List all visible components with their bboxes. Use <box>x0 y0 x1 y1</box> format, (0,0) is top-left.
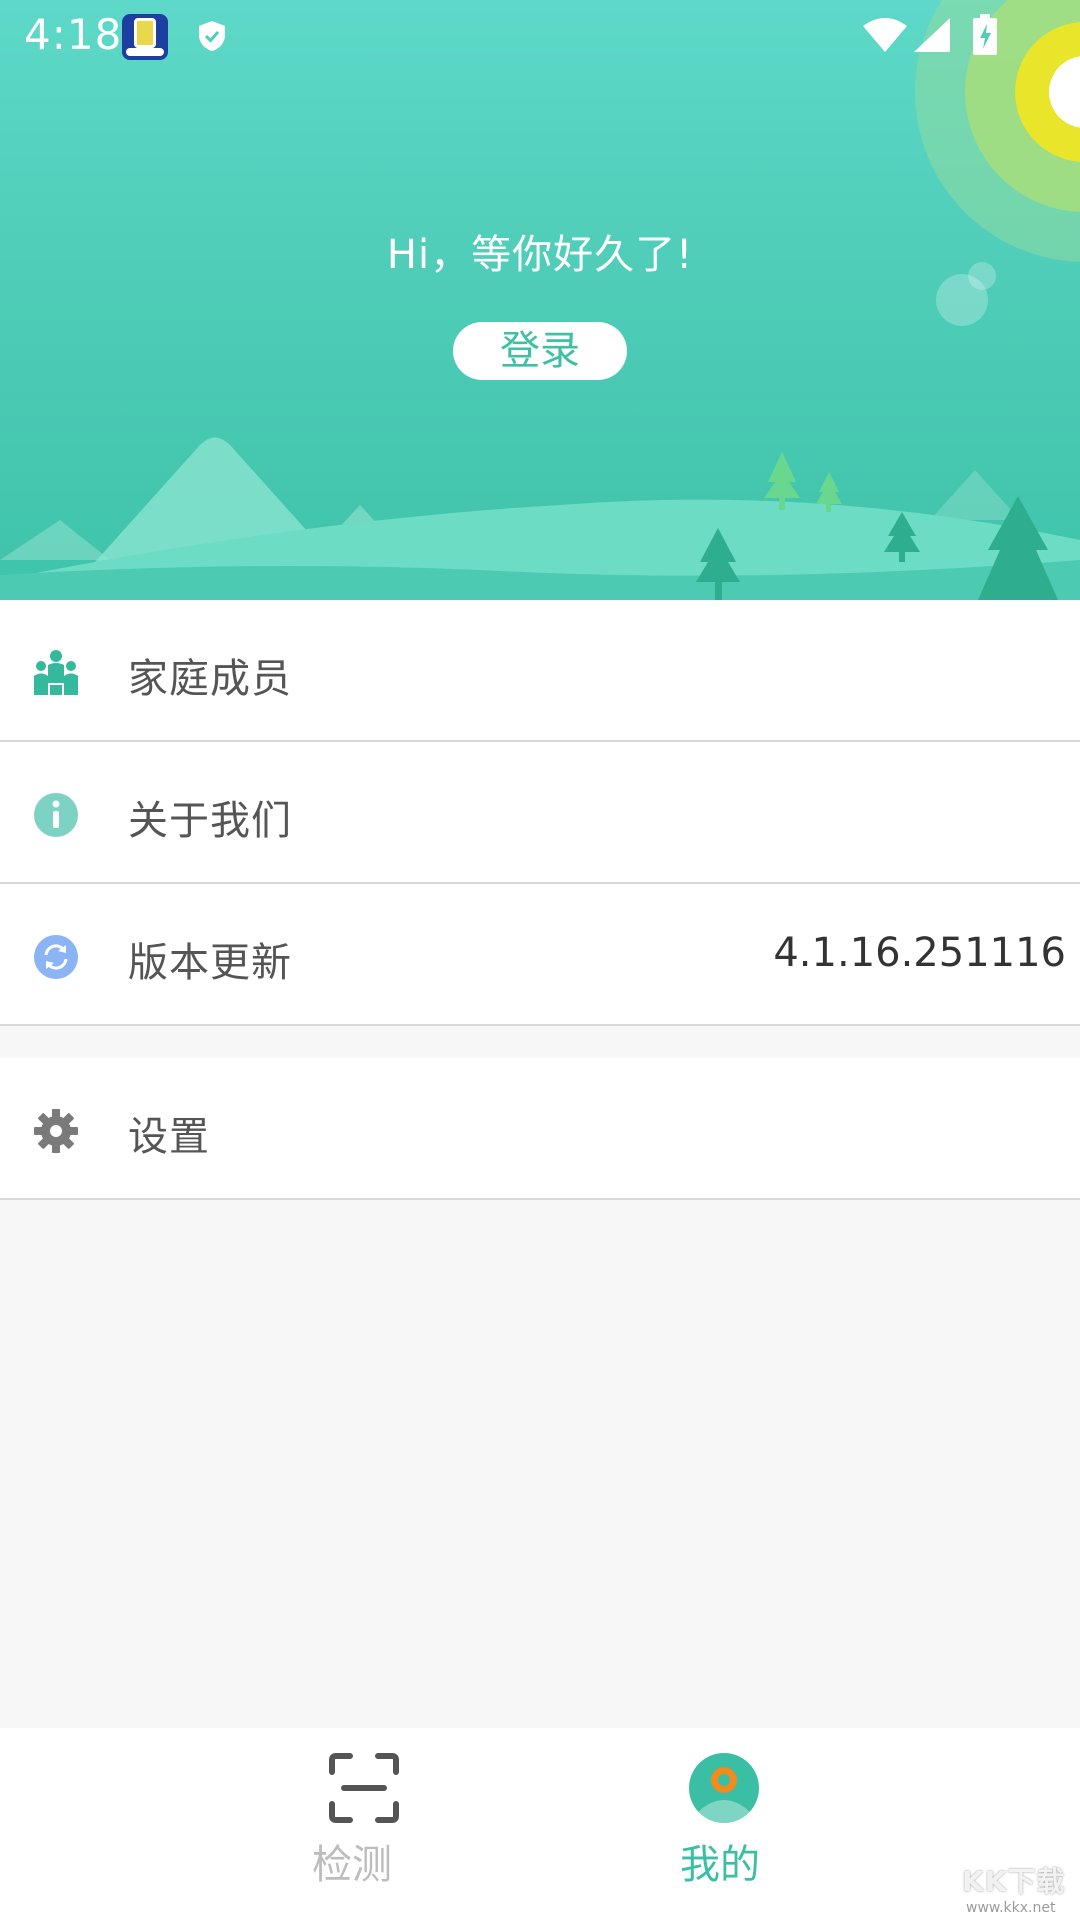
profile-header: 4:18 Hi，等你好久了! 登录 <box>0 0 1080 600</box>
menu-item-settings[interactable]: 设置 <box>0 1058 1080 1200</box>
menu-item-label: 关于我们 <box>128 798 292 844</box>
status-time: 4:18 <box>24 10 123 59</box>
bottom-navigation: 检测 我的 <box>0 1728 1080 1920</box>
gear-icon <box>34 1109 78 1153</box>
family-members-icon <box>34 650 78 695</box>
tab-detect-label: 检测 <box>312 1842 392 1888</box>
landscape-illustration <box>0 0 1080 600</box>
menu-item-label: 设置 <box>128 1114 210 1160</box>
info-icon <box>34 793 78 837</box>
status-bar: 4:18 <box>0 0 1080 72</box>
menu-group-settings: 设置 <box>0 1058 1080 1200</box>
watermark: KK下载 www.kkx.net <box>960 1860 1080 1920</box>
profile-icon <box>689 1753 759 1823</box>
greeting-text: Hi，等你好久了! <box>386 232 694 278</box>
login-button[interactable]: 登录 <box>453 322 627 380</box>
refresh-icon <box>34 935 78 979</box>
battery-charging-icon <box>973 14 997 55</box>
watermark-main: KK下载 <box>962 1865 1066 1898</box>
tab-mine[interactable]: 我的 <box>620 1728 820 1920</box>
tab-detect[interactable]: 检测 <box>260 1728 460 1920</box>
scan-icon <box>329 1753 399 1823</box>
menu-item-label: 版本更新 <box>128 940 292 986</box>
watermark-url: www.kkx.net <box>966 1900 1056 1916</box>
shield-icon <box>199 21 225 51</box>
menu-item-about-us[interactable]: 关于我们 <box>0 742 1080 884</box>
app-notification-icon <box>122 14 168 60</box>
menu-group-main: 家庭成员 关于我们 版本更新 4.1.16.251116 <box>0 600 1080 1026</box>
version-number: 4.1.16.251116 <box>773 930 1066 976</box>
menu-item-version-update[interactable]: 版本更新 4.1.16.251116 <box>0 884 1080 1026</box>
menu-item-family-members[interactable]: 家庭成员 <box>0 600 1080 742</box>
tab-mine-label: 我的 <box>680 1842 760 1888</box>
menu-item-label: 家庭成员 <box>128 656 292 702</box>
cell-signal-icon <box>914 18 950 52</box>
wifi-icon <box>863 18 907 52</box>
